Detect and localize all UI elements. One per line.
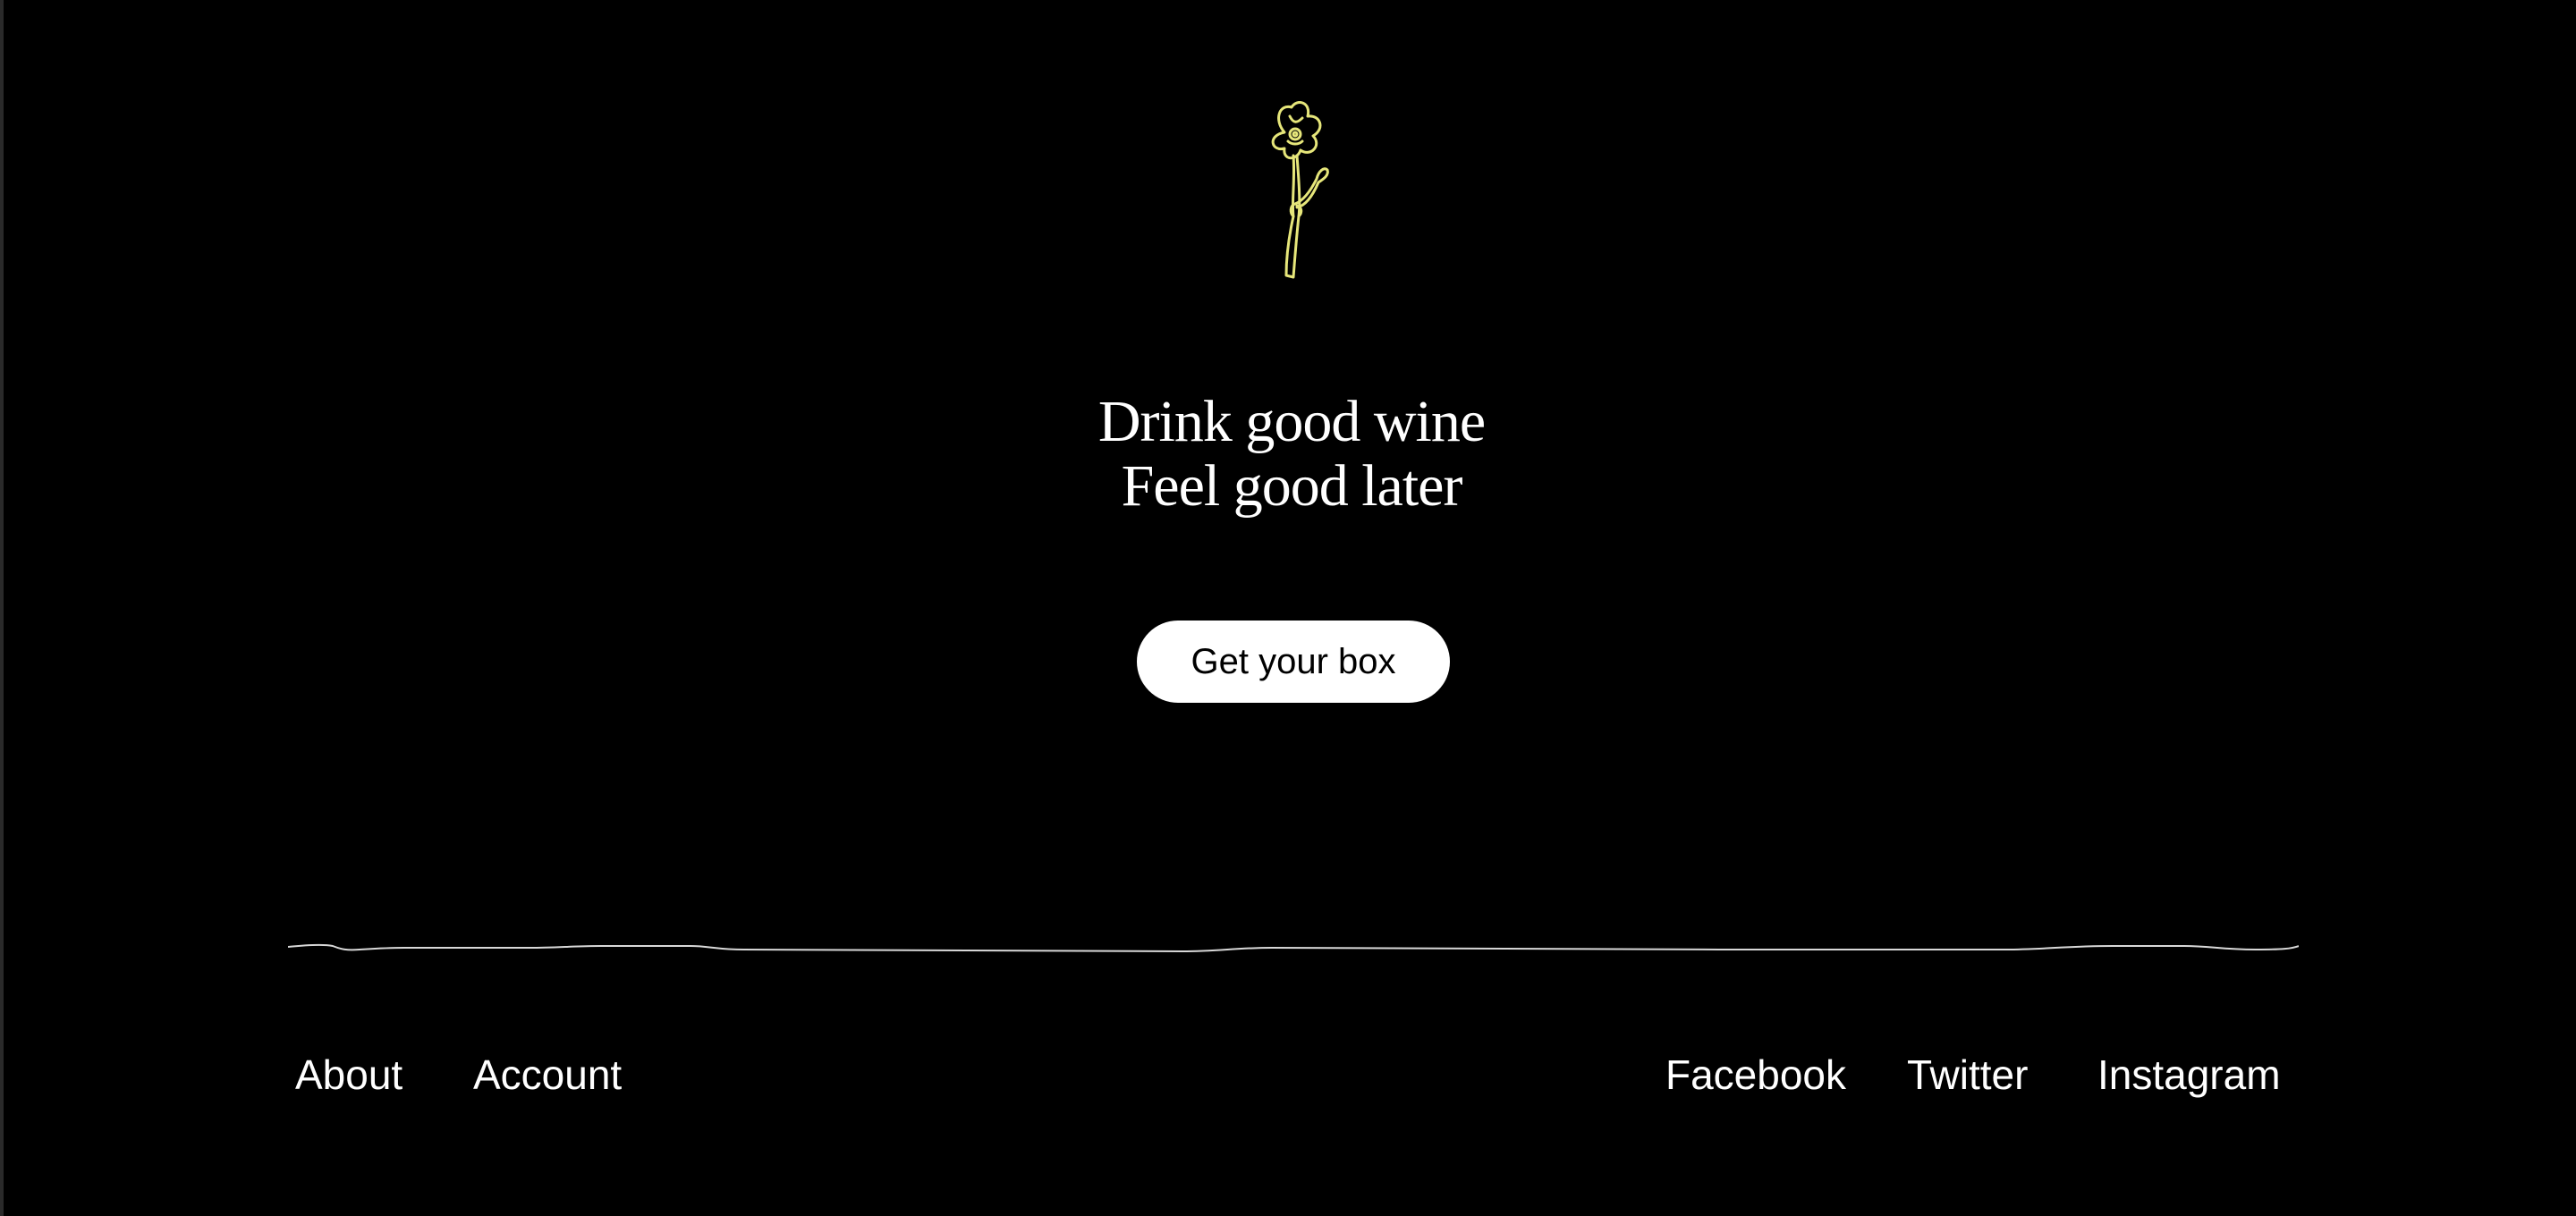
flower-icon	[1271, 101, 1329, 279]
footer-link-about[interactable]: About	[295, 1048, 402, 1102]
hero-headline: Drink good wine Feel good later	[4, 390, 2576, 519]
footer-link-account[interactable]: Account	[473, 1048, 622, 1102]
page: Drink good wine Feel good later Get your…	[0, 0, 2576, 1216]
headline-line-2: Feel good later	[1121, 453, 1463, 519]
footer-link-instagram[interactable]: Instagram	[2097, 1048, 2281, 1102]
footer-link-twitter[interactable]: Twitter	[1907, 1048, 2028, 1102]
get-your-box-button[interactable]: Get your box	[1137, 621, 1450, 703]
footer-divider	[288, 943, 2299, 953]
headline-line-1: Drink good wine	[1097, 389, 1486, 454]
footer-link-facebook[interactable]: Facebook	[1665, 1048, 1846, 1102]
